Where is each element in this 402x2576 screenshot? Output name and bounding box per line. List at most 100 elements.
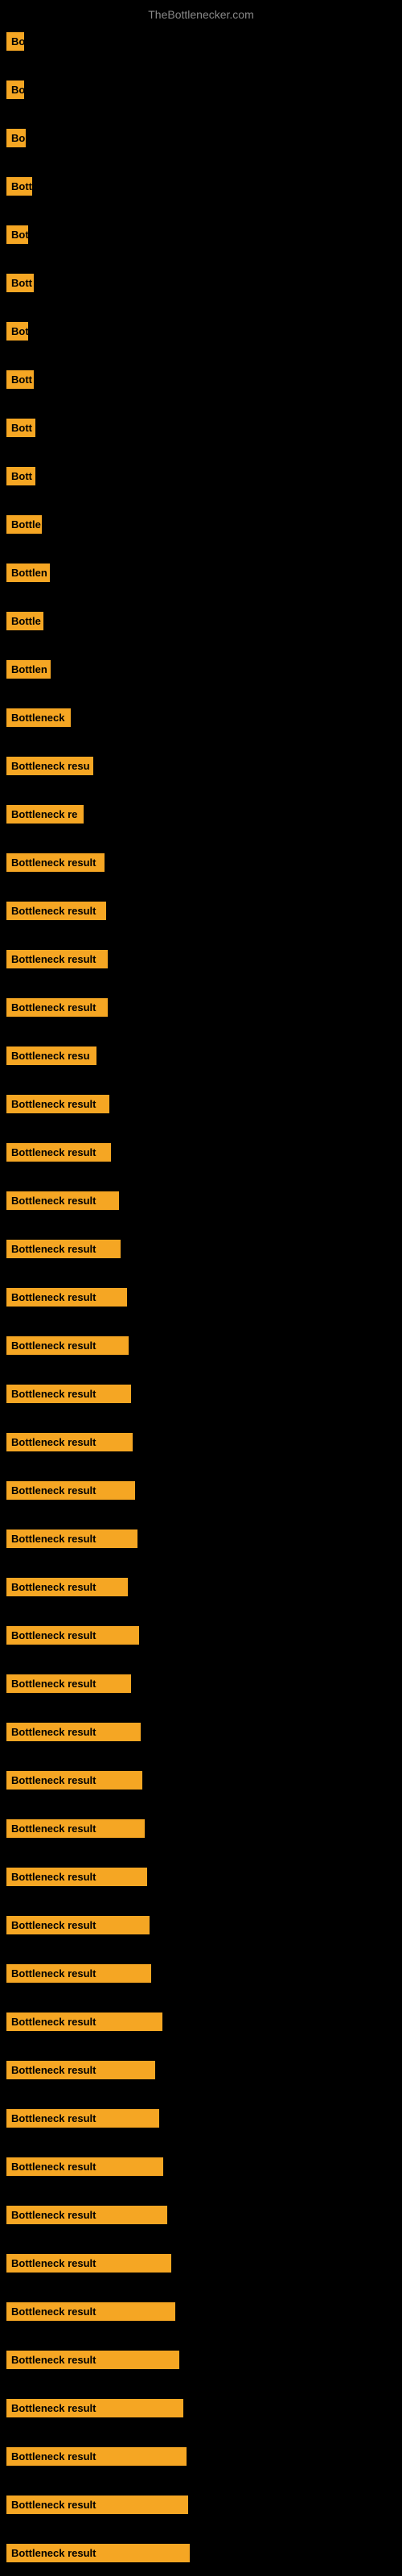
- list-item: Bot: [0, 217, 402, 252]
- list-item: Bottleneck result: [0, 2149, 402, 2184]
- bottleneck-label: Bottleneck result: [6, 2351, 179, 2369]
- bottleneck-label: Bottleneck result: [6, 998, 108, 1017]
- list-item: Bottleneck re: [0, 797, 402, 832]
- list-item: Bottleneck result: [0, 1860, 402, 1894]
- list-item: Bottlen: [0, 652, 402, 687]
- list-item: Bo: [0, 121, 402, 155]
- bottleneck-label: Bottleneck resu: [6, 1046, 96, 1065]
- bottleneck-label: Bottleneck result: [6, 1674, 131, 1693]
- list-item: Bottleneck result: [0, 2101, 402, 2136]
- list-item: Bottleneck result: [0, 1425, 402, 1459]
- bottleneck-label: Bottleneck result: [6, 1868, 147, 1886]
- list-item: Bottleneck result: [0, 2053, 402, 2087]
- list-item: Bottleneck result: [0, 1135, 402, 1170]
- list-item: Bottleneck: [0, 700, 402, 735]
- bottleneck-label: Bottleneck result: [6, 1626, 139, 1645]
- bottleneck-label: Bottleneck result: [6, 2302, 175, 2321]
- list-item: Bot: [0, 314, 402, 349]
- list-item: Bottleneck result: [0, 1087, 402, 1121]
- bottleneck-label: Bottleneck result: [6, 853, 105, 872]
- bottleneck-label: Bott: [6, 177, 32, 196]
- list-item: Bottleneck result: [0, 2391, 402, 2425]
- list-item: Bottlen: [0, 555, 402, 590]
- bottleneck-label: Bott: [6, 274, 34, 292]
- bottleneck-label: Bottleneck result: [6, 902, 106, 920]
- bottleneck-label: Bo: [6, 32, 24, 51]
- list-item: Bottleneck result: [0, 1570, 402, 1604]
- bottleneck-label: Bottleneck result: [6, 1385, 131, 1403]
- bottleneck-label: Bottleneck result: [6, 1530, 137, 1548]
- list-item: Bottleneck result: [0, 1232, 402, 1266]
- list-item: Bottleneck result: [0, 1666, 402, 1701]
- bottleneck-label: Bottlen: [6, 564, 50, 582]
- bottleneck-label: Bottleneck result: [6, 950, 108, 968]
- bottleneck-label: Bott: [6, 370, 34, 389]
- list-item: Bottleneck result: [0, 2198, 402, 2232]
- list-item: Bottleneck result: [0, 845, 402, 880]
- list-item: Bott: [0, 411, 402, 445]
- bottleneck-label: Bottleneck result: [6, 1336, 129, 1355]
- bottleneck-label: Bottleneck result: [6, 1095, 109, 1113]
- bottleneck-label: Bottleneck result: [6, 2447, 187, 2466]
- list-item: Bott: [0, 266, 402, 300]
- bottleneck-label: Bottleneck result: [6, 2399, 183, 2417]
- list-item: Bott: [0, 362, 402, 397]
- bottleneck-label: Bottleneck result: [6, 1143, 111, 1162]
- bottleneck-label: Bottle: [6, 612, 43, 630]
- list-item: Bottleneck result: [0, 2343, 402, 2377]
- list-item: Bottleneck result: [0, 990, 402, 1025]
- list-item: Bottle: [0, 507, 402, 542]
- list-item: Bottleneck result: [0, 1618, 402, 1653]
- list-item: Bo: [0, 24, 402, 59]
- bottleneck-label: Bott: [6, 419, 35, 437]
- bottleneck-label: Bottleneck result: [6, 1240, 121, 1258]
- bottleneck-label: Bottleneck result: [6, 2496, 188, 2514]
- list-item: Bottleneck resu: [0, 749, 402, 783]
- list-item: Bott: [0, 459, 402, 493]
- bottleneck-label: Bottleneck result: [6, 1481, 135, 1500]
- list-item: Bott: [0, 169, 402, 204]
- bottleneck-label: Bottleneck result: [6, 2157, 163, 2176]
- list-item: Bo: [0, 72, 402, 107]
- bottleneck-label: Bottlen: [6, 660, 51, 679]
- list-item: Bottleneck result: [0, 2536, 402, 2570]
- bottleneck-label: Bot: [6, 322, 28, 341]
- bottleneck-label: Bo: [6, 80, 24, 99]
- list-item: Bottleneck result: [0, 942, 402, 976]
- list-item: Bottleneck result: [0, 1811, 402, 1846]
- list-item: Bottleneck result: [0, 1473, 402, 1508]
- list-item: Bottleneck result: [0, 1763, 402, 1798]
- bottleneck-label: Bottleneck result: [6, 1819, 145, 1838]
- list-item: Bottleneck result: [0, 2439, 402, 2474]
- list-item: Bottleneck result: [0, 1328, 402, 1363]
- bottleneck-label: Bottleneck result: [6, 1288, 127, 1307]
- list-item: Bottleneck result: [0, 1183, 402, 1218]
- list-item: Bottleneck result: [0, 1377, 402, 1411]
- bottleneck-label: Bottleneck result: [6, 1916, 150, 1934]
- list-item: Bottleneck result: [0, 2294, 402, 2329]
- bottleneck-label: Bo: [6, 129, 26, 147]
- bottleneck-label: Bott: [6, 467, 35, 485]
- bottleneck-label: Bottleneck result: [6, 1964, 151, 1983]
- bottleneck-label: Bottleneck result: [6, 1771, 142, 1790]
- list-item: Bottleneck result: [0, 1521, 402, 1556]
- bottleneck-label: Bottleneck: [6, 708, 71, 727]
- bottleneck-label: Bottleneck result: [6, 1578, 128, 1596]
- bottleneck-label: Bottleneck result: [6, 2544, 190, 2562]
- list-item: Bottleneck resu: [0, 1038, 402, 1073]
- bottleneck-label: Bottle: [6, 515, 42, 534]
- bottleneck-label: Bottleneck result: [6, 2206, 167, 2224]
- bottleneck-label: Bottleneck result: [6, 1433, 133, 1451]
- bottleneck-label: Bottleneck result: [6, 1191, 119, 1210]
- list-item: Bottleneck result: [0, 2246, 402, 2281]
- list-item: Bottleneck result: [0, 894, 402, 928]
- bottleneck-label: Bottleneck result: [6, 2109, 159, 2128]
- bottleneck-label: Bottleneck result: [6, 2061, 155, 2079]
- list-item: Bottleneck result: [0, 1280, 402, 1315]
- list-item: Bottleneck result: [0, 1956, 402, 1991]
- list-item: Bottleneck result: [0, 2487, 402, 2522]
- list-item: Bottle: [0, 604, 402, 638]
- list-item: Bottleneck result: [0, 1908, 402, 1942]
- list-item: Bottleneck result: [0, 1715, 402, 1749]
- bottleneck-label: Bot: [6, 225, 28, 244]
